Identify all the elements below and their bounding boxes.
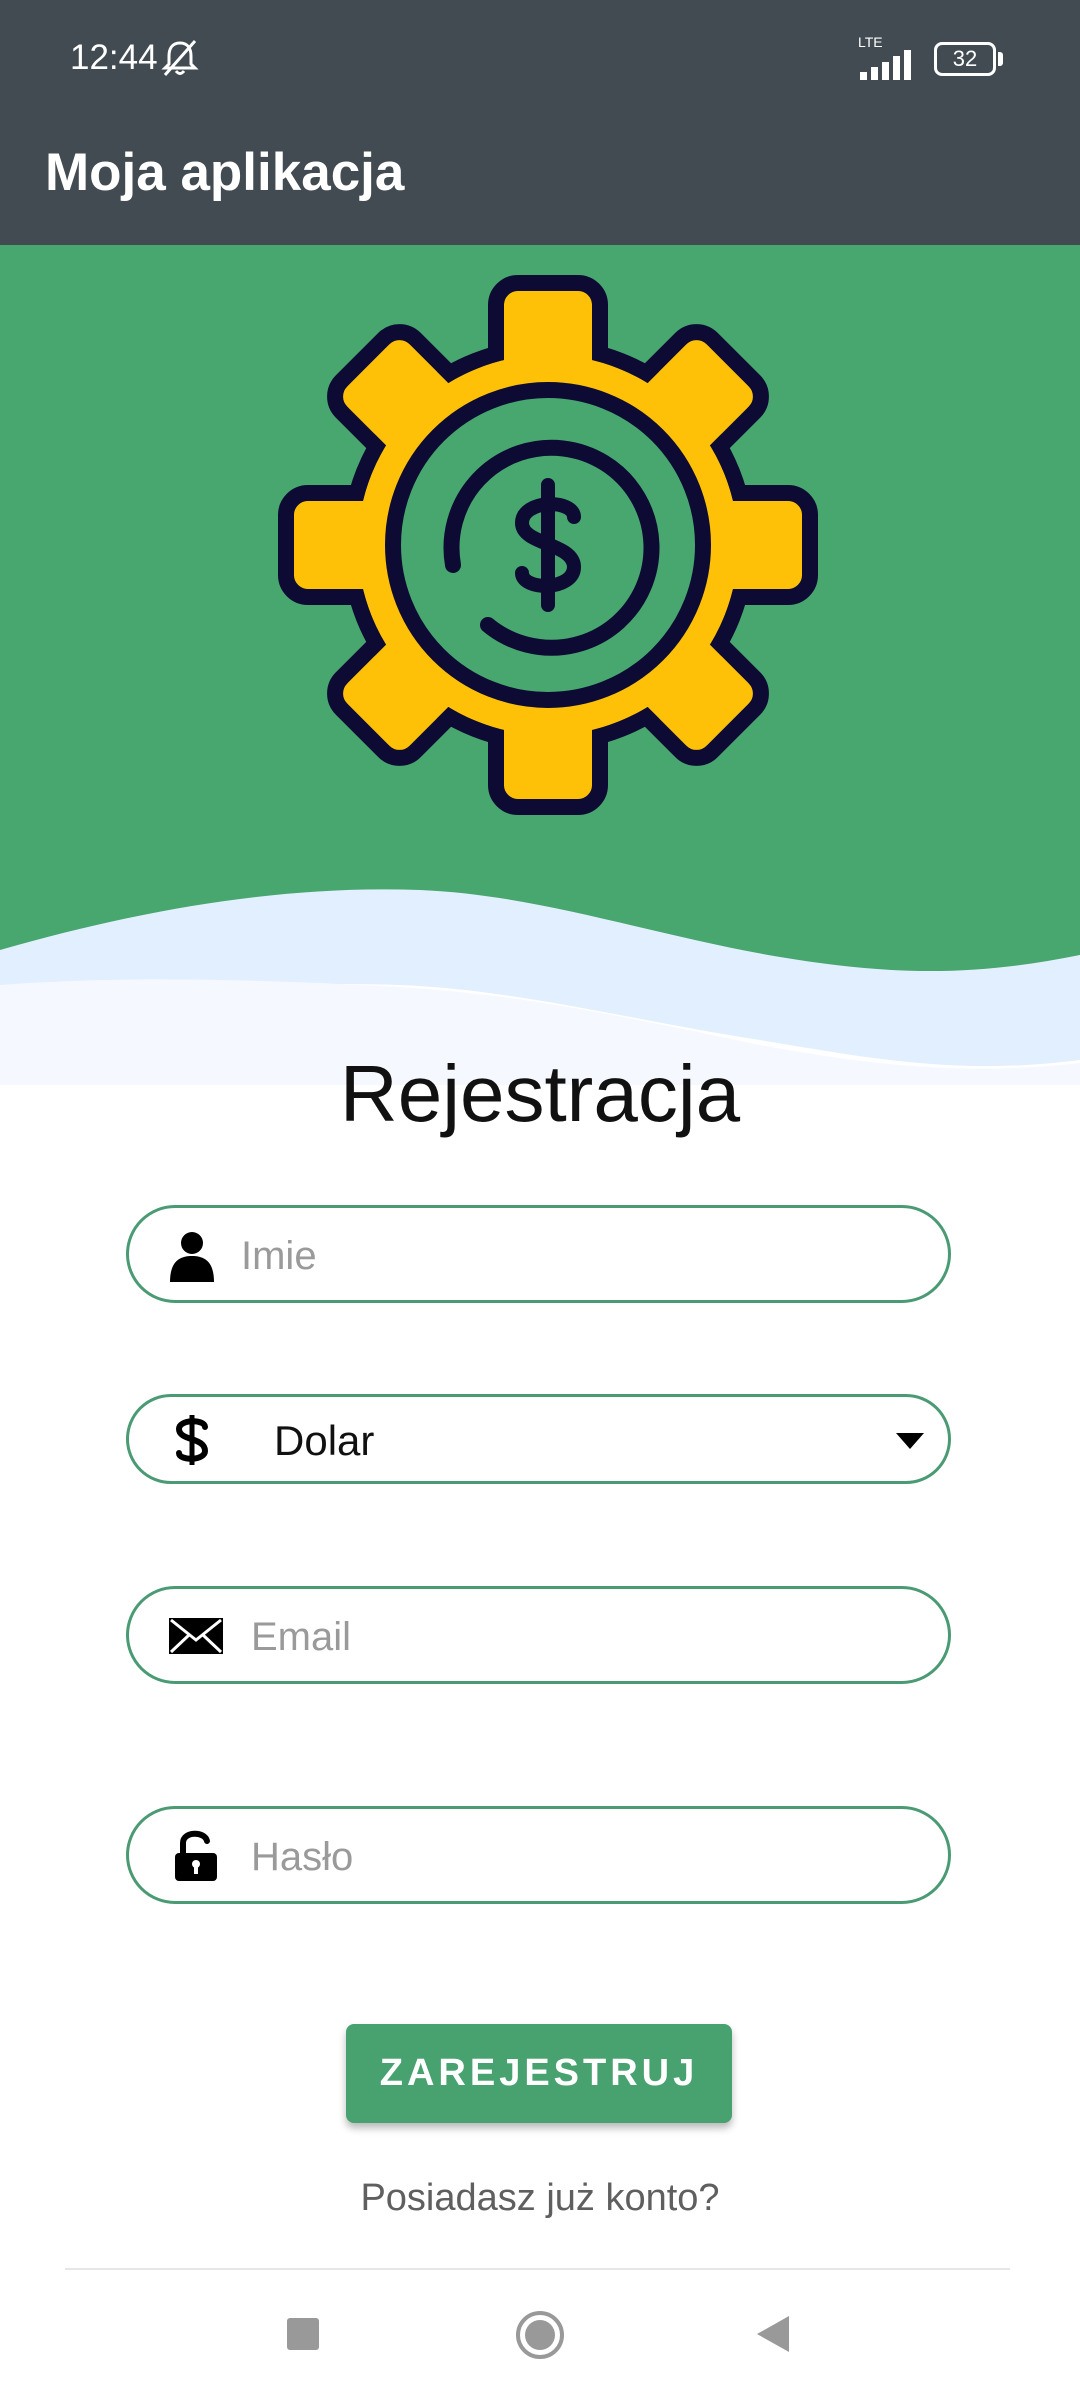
network-type: LTE <box>858 34 883 50</box>
home-circle-icon[interactable] <box>515 2310 565 2360</box>
page-title: Rejestracja <box>339 1049 741 1138</box>
password-placeholder: Hasło <box>251 1835 354 1879</box>
signal-icon: LTE <box>852 34 922 80</box>
name-placeholder: Imie <box>241 1234 317 1278</box>
status-bar: 12:44 LTE 32 <box>0 0 1080 120</box>
app-title: Moja aplikacja <box>45 143 405 202</box>
register-button[interactable]: ZAREJESTRUJ <box>346 2024 732 2123</box>
currency-value: Dolar <box>274 1417 375 1464</box>
person-icon <box>170 1232 214 1282</box>
gear-dollar-icon <box>278 275 818 815</box>
recents-square-icon[interactable] <box>287 2318 319 2350</box>
battery-level: 32 <box>934 42 996 76</box>
battery-icon: 32 <box>934 42 1004 76</box>
back-triangle-icon[interactable] <box>755 2314 791 2354</box>
nav-divider <box>65 2268 1010 2270</box>
login-link[interactable]: Posiadasz już konto? <box>0 2177 1080 2220</box>
bell-off-icon <box>161 40 199 76</box>
dollar-icon <box>175 1415 209 1465</box>
password-input[interactable]: Hasło <box>126 1806 951 1904</box>
status-time: 12:44 <box>70 38 158 77</box>
name-input[interactable]: Imie <box>126 1205 951 1303</box>
email-input[interactable]: Email <box>126 1586 951 1684</box>
email-placeholder: Email <box>251 1615 352 1659</box>
lock-icon <box>175 1830 217 1881</box>
currency-select[interactable]: Dolar <box>126 1394 951 1484</box>
envelope-icon <box>169 1618 223 1654</box>
chevron-down-icon[interactable] <box>896 1433 924 1449</box>
